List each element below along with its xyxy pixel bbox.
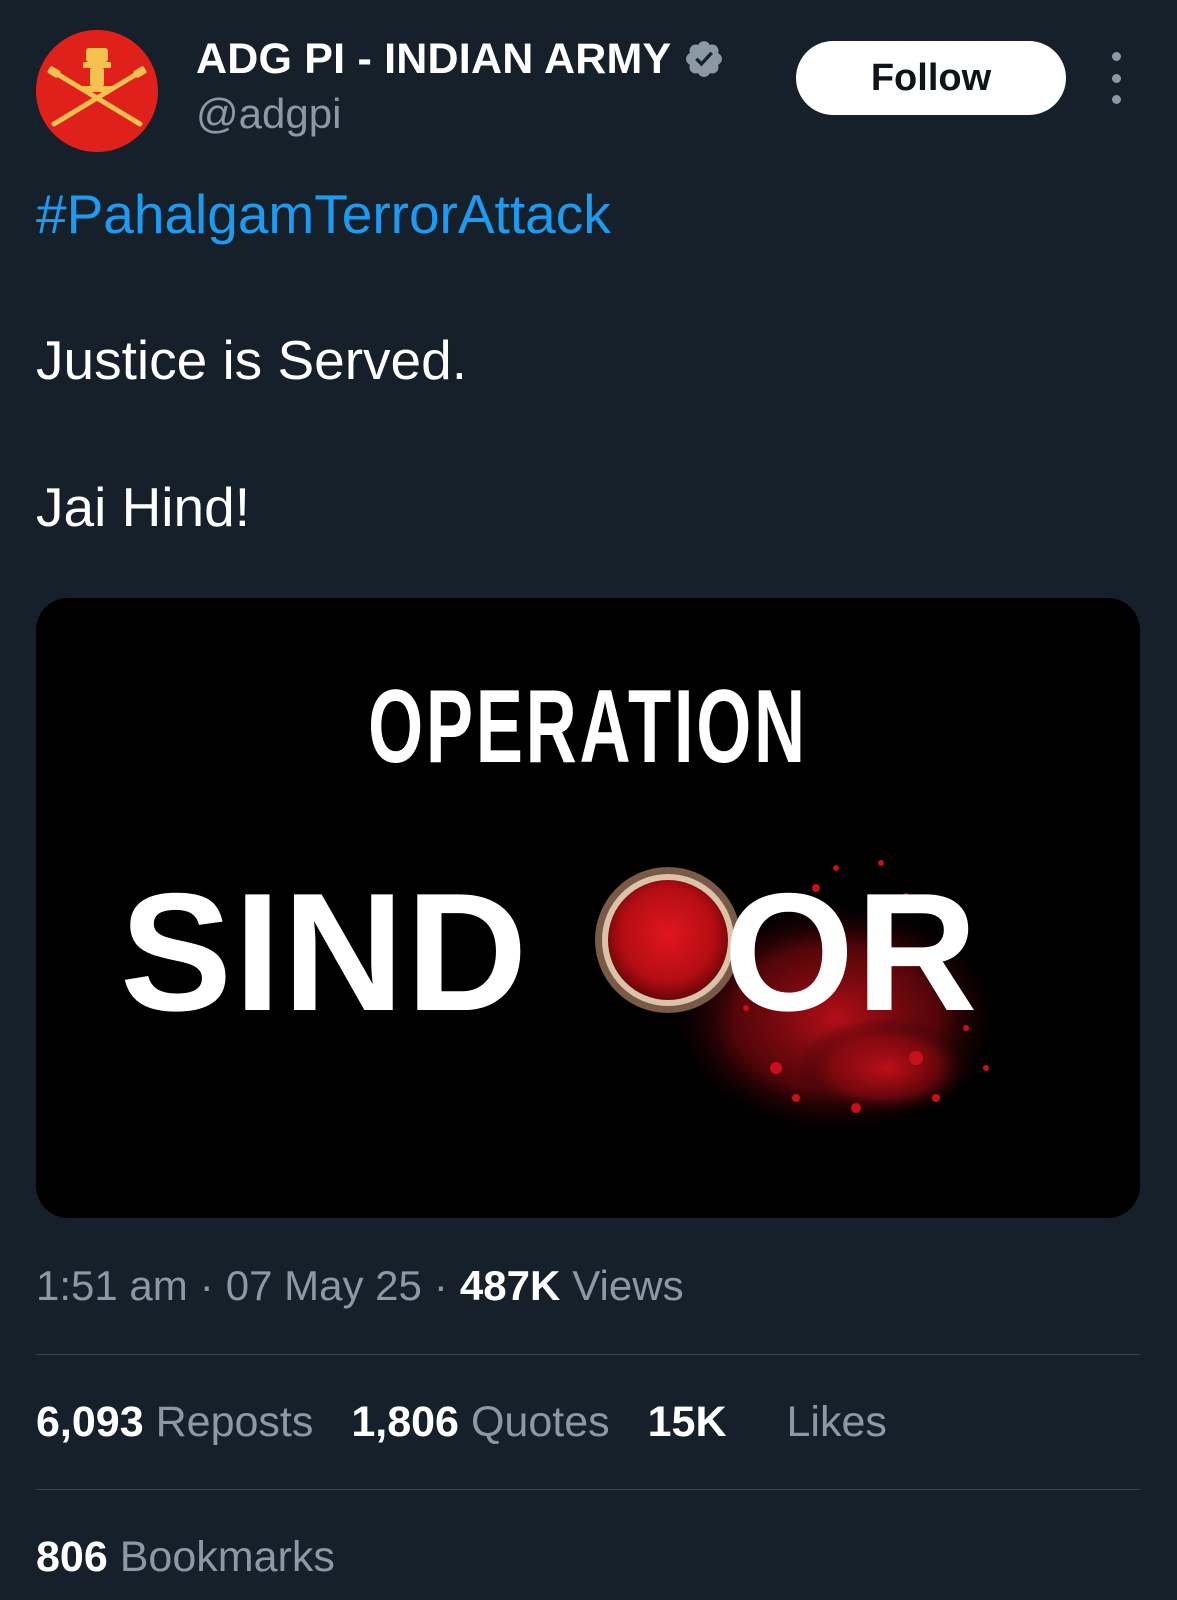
reposts-stat[interactable]: 6,093 Reposts (36, 1398, 313, 1447)
quotes-label: Quotes (470, 1398, 610, 1446)
reposts-label: Reposts (155, 1398, 314, 1446)
views-count: 487K (459, 1262, 561, 1309)
tweet-text-line-1: Justice is Served. (36, 329, 468, 391)
likes-label: Likes (786, 1398, 887, 1446)
tweet-time[interactable]: 1:51 am (36, 1262, 188, 1310)
avatar[interactable] (36, 30, 158, 152)
ellipsis-dot (1111, 73, 1121, 83)
media-subtitle: SIND OR (120, 856, 979, 1049)
display-name[interactable]: ADG PI - INDIAN ARMY (196, 35, 671, 84)
follow-button[interactable]: Follow (796, 41, 1066, 115)
engagement-stats: 6,093 Reposts 1,806 Quotes 15K Likes (36, 1398, 925, 1447)
reposts-count: 6,093 (36, 1398, 144, 1446)
quotes-count: 1,806 (351, 1398, 459, 1446)
tweet-media-image[interactable]: OPERATION SIND OR (36, 598, 1140, 1218)
meta-separator: · (199, 1262, 214, 1309)
media-title-text: OPERATION (368, 669, 808, 785)
likes-count: 15K (647, 1398, 727, 1446)
ellipsis-dot (1111, 52, 1121, 61)
meta-separator: · (433, 1262, 448, 1309)
vertical-ellipsis-icon[interactable] (1096, 52, 1136, 104)
tweet-meta: 1:51 am · 07 May 25 · 487K Views (36, 1262, 684, 1310)
verified-badge-icon[interactable] (683, 38, 725, 80)
indian-army-emblem-icon (36, 30, 158, 152)
quotes-stat[interactable]: 1,806 Quotes (351, 1398, 609, 1447)
bookmarks-stat[interactable]: 806 Bookmarks (36, 1533, 335, 1582)
likes-stat[interactable]: 15K Likes (648, 1398, 887, 1447)
bookmarks-label: Bookmarks (119, 1533, 335, 1581)
sindoor-bowl-icon (551, 878, 701, 1028)
divider (36, 1489, 1140, 1490)
divider (36, 1354, 1140, 1355)
tweet-date[interactable]: 07 May 25 (226, 1262, 422, 1310)
tweet-header: ADG PI - INDIAN ARMY @adgpi Follow (0, 0, 1177, 170)
tweet-text-line-2: Jai Hind! (36, 476, 250, 538)
ellipsis-dot (1111, 95, 1121, 104)
author-name-line: ADG PI - INDIAN ARMY (196, 34, 725, 84)
author-handle[interactable]: @adgpi (196, 90, 341, 138)
hashtag-link[interactable]: #PahalgamTerrorAttack (36, 182, 611, 246)
media-subtitle-left: SIND (120, 858, 530, 1046)
media-subtitle-right: OR (723, 858, 980, 1046)
bookmarks-count: 806 (36, 1533, 108, 1581)
views-label: Views (572, 1262, 684, 1309)
